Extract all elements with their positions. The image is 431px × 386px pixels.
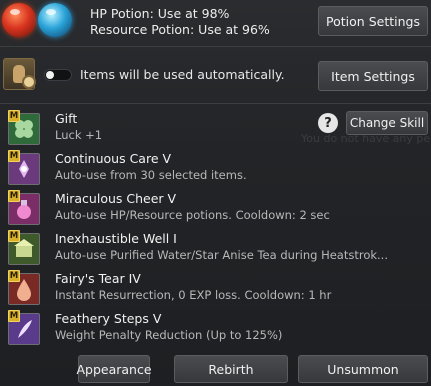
- skill-title: Inexhaustible Well I: [55, 231, 177, 246]
- m-badge: M: [8, 150, 20, 162]
- m-badge: M: [8, 230, 20, 242]
- skill-desc: Instant Resurrection, 0 EXP loss. Cooldo…: [55, 288, 332, 302]
- m-badge: M: [8, 110, 20, 122]
- skill-desc: Auto-use Purified Water/Star Anise Tea d…: [55, 248, 388, 262]
- m-badge: M: [8, 310, 20, 322]
- hp-potion-icon: [2, 3, 36, 37]
- skill-desc: Weight Penalty Reduction (Up to 125%): [55, 328, 283, 342]
- item-bag-icon: [3, 58, 36, 90]
- skill-title: Feathery Steps V: [55, 311, 162, 326]
- potion-settings-button[interactable]: Potion Settings: [318, 6, 428, 36]
- skill-desc: Auto-use HP/Resource potions. Cooldown: …: [55, 208, 330, 222]
- skill-row: M Continuous Care V Auto-use from 30 sel…: [0, 149, 431, 187]
- skill-row: M Gift Luck +1: [0, 109, 431, 147]
- resource-potion-label: Resource Potion: Use at 96%: [90, 22, 270, 37]
- skill-title: Fairy's Tear IV: [55, 271, 141, 286]
- appearance-button[interactable]: Appearance: [76, 355, 152, 383]
- item-settings-button[interactable]: Item Settings: [318, 61, 428, 91]
- potion-status: HP Potion: Use at 98% Resource Potion: U…: [90, 6, 270, 38]
- skill-row: M Miraculous Cheer V Auto-use HP/Resourc…: [0, 189, 431, 227]
- skill-row: M Inexhaustible Well I Auto-use Purified…: [0, 229, 431, 267]
- m-badge: M: [8, 270, 20, 282]
- skill-title: Gift: [55, 111, 78, 126]
- resource-potion-icon: [38, 3, 72, 37]
- skill-title: Miraculous Cheer V: [55, 191, 177, 206]
- potion-icons: [2, 3, 74, 41]
- rebirth-button[interactable]: Rebirth: [174, 355, 288, 383]
- unsummon-button[interactable]: Unsummon: [298, 355, 428, 383]
- skill-row: M Fairy's Tear IV Instant Resurrection, …: [0, 269, 431, 307]
- divider: [0, 103, 431, 104]
- skill-row: M Feathery Steps V Weight Penalty Reduct…: [0, 309, 431, 347]
- divider: [0, 46, 431, 47]
- skill-desc: Auto-use from 30 selected items.: [55, 168, 247, 182]
- auto-use-label: Items will be used automatically.: [80, 67, 285, 82]
- skill-title: Continuous Care V: [55, 151, 172, 166]
- hp-potion-label: HP Potion: Use at 98%: [90, 6, 230, 21]
- auto-use-toggle[interactable]: [44, 69, 72, 81]
- m-badge: M: [8, 190, 20, 202]
- toggle-knob: [46, 71, 54, 79]
- pet-panel: You do not have any pe HP Potion: Use at…: [0, 0, 431, 386]
- skill-desc: Luck +1: [55, 128, 103, 142]
